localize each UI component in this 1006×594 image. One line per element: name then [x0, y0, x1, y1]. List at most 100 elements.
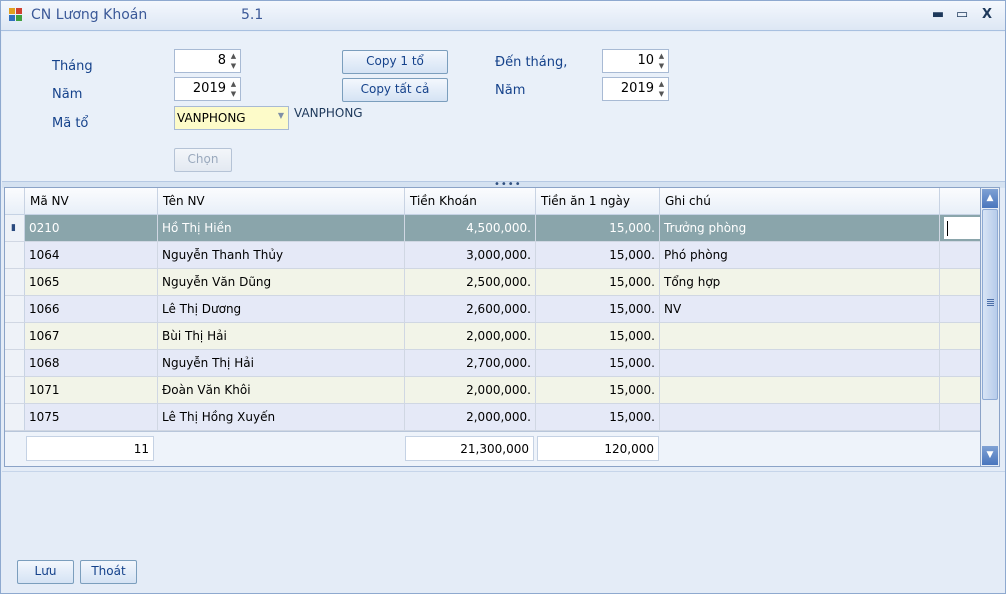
- scroll-thumb[interactable]: [982, 209, 998, 400]
- thang-label: Tháng: [52, 59, 93, 74]
- cell-tien-khoan[interactable]: 4,500,000.: [405, 215, 536, 242]
- row-indicator[interactable]: [5, 404, 25, 431]
- cell-extra[interactable]: [940, 350, 980, 377]
- cell-tien-khoan[interactable]: 2,500,000.: [405, 269, 536, 296]
- cell-tien-khoan[interactable]: 3,000,000.: [405, 242, 536, 269]
- cell-ten-nv[interactable]: Lê Thị Hồng Xuyến: [158, 404, 405, 431]
- cell-ten-nv[interactable]: Lê Thị Dương: [158, 296, 405, 323]
- app-icon: [9, 8, 23, 22]
- grid-scrollbar[interactable]: ▲ ▼: [981, 187, 1000, 467]
- exit-button[interactable]: Thoát: [80, 560, 137, 584]
- cell-tien-an[interactable]: 15,000.: [536, 323, 660, 350]
- cell-ma-nv[interactable]: 0210: [25, 215, 158, 242]
- header-ma-nv[interactable]: Mã NV: [25, 188, 158, 215]
- cell-tien-khoan[interactable]: 2,000,000.: [405, 323, 536, 350]
- cell-tien-an[interactable]: 15,000.: [536, 350, 660, 377]
- cell-ten-nv[interactable]: Bùi Thị Hải: [158, 323, 405, 350]
- cell-extra[interactable]: [940, 269, 980, 296]
- cell-ma-nv[interactable]: 1068: [25, 350, 158, 377]
- nam2-value: 2019: [620, 81, 654, 96]
- copy-all-button[interactable]: Copy tất cả: [342, 78, 448, 102]
- row-indicator[interactable]: [5, 350, 25, 377]
- table-row[interactable]: 1064 Nguyễn Thanh Thủy 3,000,000. 15,000. Ph…: [5, 242, 980, 269]
- header-ghi-chu[interactable]: Ghi chú: [660, 188, 940, 215]
- table-row[interactable]: 1075 Lê Thị Hồng Xuyến 2,000,000. 15,000.: [5, 404, 980, 431]
- scroll-down-icon[interactable]: ▼: [982, 446, 998, 465]
- mato-display: VANPHONG: [294, 106, 363, 120]
- cell-ma-nv[interactable]: 1075: [25, 404, 158, 431]
- spinner-arrows-icon[interactable]: ▲ ▼: [228, 79, 239, 99]
- chevron-down-icon[interactable]: ▼: [278, 111, 284, 120]
- cell-ghi-chu[interactable]: Trưởng phòng: [660, 215, 940, 242]
- spinner-arrows-icon[interactable]: ▲ ▼: [656, 79, 667, 99]
- nam2-spinner[interactable]: 2019 ▲ ▼: [602, 77, 669, 101]
- cell-ten-nv[interactable]: Đoàn Văn Khôi: [158, 377, 405, 404]
- table-row[interactable]: 1065 Nguyễn Văn Dũng 2,500,000. 15,000. Tổng…: [5, 269, 980, 296]
- header-tien-khoan[interactable]: Tiền Khoán: [405, 188, 536, 215]
- cell-ten-nv[interactable]: Nguyễn Thanh Thủy: [158, 242, 405, 269]
- cell-ma-nv[interactable]: 1066: [25, 296, 158, 323]
- header-ten-nv[interactable]: Tên NV: [158, 188, 405, 215]
- minimize-icon[interactable]: ▬: [927, 5, 949, 25]
- row-indicator[interactable]: [5, 269, 25, 296]
- cell-tien-khoan[interactable]: 2,000,000.: [405, 377, 536, 404]
- text-caret: [947, 221, 948, 236]
- scroll-up-icon[interactable]: ▲: [982, 189, 998, 208]
- cell-ma-nv[interactable]: 1071: [25, 377, 158, 404]
- save-button[interactable]: Lưu: [17, 560, 74, 584]
- cell-tien-an[interactable]: 15,000.: [536, 215, 660, 242]
- cell-tien-khoan[interactable]: 2,000,000.: [405, 404, 536, 431]
- cell-tien-khoan[interactable]: 2,600,000.: [405, 296, 536, 323]
- cell-tien-an[interactable]: 15,000.: [536, 296, 660, 323]
- cell-tien-an[interactable]: 15,000.: [536, 242, 660, 269]
- cell-tien-an[interactable]: 15,000.: [536, 404, 660, 431]
- cell-ten-nv[interactable]: Nguyễn Thị Hải: [158, 350, 405, 377]
- table-row[interactable]: ▮ 0210 Hồ Thị Hiền 4,500,000. 15,000. Trưởng …: [5, 215, 980, 242]
- cell-ghi-chu[interactable]: [660, 350, 940, 377]
- row-indicator[interactable]: ▮: [5, 215, 25, 242]
- cell-ghi-chu[interactable]: [660, 323, 940, 350]
- cell-extra[interactable]: [940, 323, 980, 350]
- cell-tien-khoan[interactable]: 2,700,000.: [405, 350, 536, 377]
- nam-spinner[interactable]: 2019 ▲ ▼: [174, 77, 241, 101]
- copy-one-button[interactable]: Copy 1 tổ: [342, 50, 448, 74]
- cell-extra[interactable]: [940, 404, 980, 431]
- mato-combo[interactable]: VANPHONG ▼: [174, 106, 289, 130]
- cell-ten-nv[interactable]: Nguyễn Văn Dũng: [158, 269, 405, 296]
- spinner-arrows-icon[interactable]: ▲ ▼: [228, 51, 239, 71]
- main-window: CN Lương Khoán 5.1 ▬ ▭ X Tháng 8 ▲ ▼ Năm …: [0, 0, 1006, 594]
- cell-ghi-chu[interactable]: Phó phòng: [660, 242, 940, 269]
- restore-icon[interactable]: ▭: [951, 5, 973, 25]
- den-thang-spinner[interactable]: 10 ▲ ▼: [602, 49, 669, 73]
- cell-ghi-chu[interactable]: [660, 377, 940, 404]
- cell-extra[interactable]: [940, 377, 980, 404]
- cell-ghi-chu[interactable]: Tổng hợp: [660, 269, 940, 296]
- cell-ghi-chu[interactable]: [660, 404, 940, 431]
- thang-spinner[interactable]: 8 ▲ ▼: [174, 49, 241, 73]
- cell-extra[interactable]: [940, 296, 980, 323]
- table-row[interactable]: 1068 Nguyễn Thị Hải 2,700,000. 15,000.: [5, 350, 980, 377]
- row-indicator[interactable]: [5, 323, 25, 350]
- cell-ma-nv[interactable]: 1064: [25, 242, 158, 269]
- table-row[interactable]: 1071 Đoàn Văn Khôi 2,000,000. 15,000.: [5, 377, 980, 404]
- cell-ghi-chu[interactable]: NV: [660, 296, 940, 323]
- header-tien-an[interactable]: Tiền ăn 1 ngày: [536, 188, 660, 215]
- spinner-arrows-icon[interactable]: ▲ ▼: [656, 51, 667, 71]
- employee-grid: Mã NV Tên NV Tiền Khoán Tiền ăn 1 ngày G…: [4, 187, 981, 467]
- row-indicator[interactable]: [5, 377, 25, 404]
- grid-footer: 11 21,300,000 120,000: [5, 431, 980, 466]
- table-row[interactable]: 1066 Lê Thị Dương 2,600,000. 15,000. NV: [5, 296, 980, 323]
- table-row[interactable]: 1067 Bùi Thị Hải 2,000,000. 15,000.: [5, 323, 980, 350]
- chon-button[interactable]: Chọn: [174, 148, 232, 172]
- cell-tien-an[interactable]: 15,000.: [536, 377, 660, 404]
- cell-ten-nv[interactable]: Hồ Thị Hiền: [158, 215, 405, 242]
- cell-extra[interactable]: [940, 242, 980, 269]
- window-version: 5.1: [241, 7, 264, 23]
- row-indicator[interactable]: [5, 242, 25, 269]
- cell-ma-nv[interactable]: 1065: [25, 269, 158, 296]
- cell-tien-an[interactable]: 15,000.: [536, 269, 660, 296]
- cell-ma-nv[interactable]: 1067: [25, 323, 158, 350]
- close-icon[interactable]: X: [976, 5, 998, 25]
- row-indicator[interactable]: [5, 296, 25, 323]
- cell-editor[interactable]: [943, 216, 980, 240]
